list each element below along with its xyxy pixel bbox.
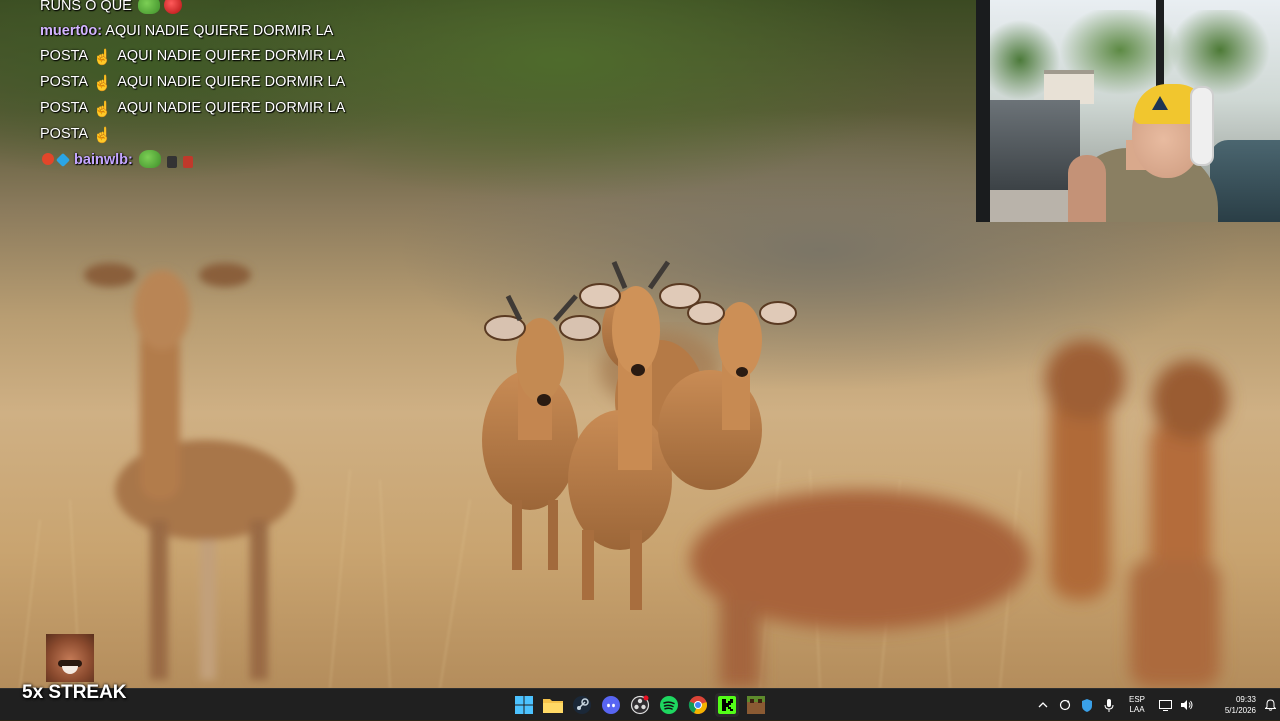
headset-icon [1190,86,1214,166]
pointing-hand-emoji-icon: ☝ [93,127,112,144]
pepe-emote-icon [137,0,160,14]
chat-text: POSTA [40,100,88,116]
chat-message: bainwlb: [40,148,340,173]
chat-colon: : [97,23,103,39]
webcam-overlay [976,0,1280,222]
obs-icon[interactable] [628,693,652,717]
badge-red-icon [42,153,54,165]
sync-icon[interactable] [1054,689,1076,721]
windows-logo-icon[interactable] [512,693,536,717]
webcam-trees [990,10,1280,100]
chat-message-continued: POSTA ☝ AQUI NADIE QUIERE DORMIR LA [40,70,345,96]
system-tray: ESP LAA 09:33 5/1/2026 [1032,689,1280,721]
webcam-window-frame [1156,0,1164,92]
chat-message: muert0o: AQUI NADIE QUIERE DORMIR LA [40,19,340,44]
webcam-kitchen [990,100,1080,190]
streamer-arm [1068,155,1106,222]
language-indicator[interactable]: ESP LAA [1120,689,1154,721]
defender-shield-icon[interactable] [1076,689,1098,721]
impala-foreground-right [690,340,1228,688]
clock-time: 09:33 [1235,695,1256,704]
impala-left [84,263,295,680]
chat-message-continued: POSTA ☝ [40,122,340,148]
display-icon[interactable] [1154,689,1176,721]
chat-text: AQUI NADIE QUIERE DORMIR LA [117,48,346,64]
chat-message: RUNS O QUE [40,0,340,19]
chat-message-continued: POSTA ☝ AQUI NADIE QUIERE DORMIR LA [40,96,345,122]
streak-label: 5x STREAK [22,682,127,703]
pointing-hand-emoji-icon: ☝ [93,101,112,118]
folder-icon[interactable] [541,693,565,717]
chat-username: bainwlb [74,152,129,168]
keyboard-layout: LAA [1129,705,1145,714]
red-emote-icon [163,0,182,14]
webcam-door-frame [976,0,990,222]
chat-text: AQUI NADIE QUIERE DORMIR LA [117,74,346,90]
small-emote-icon [166,156,177,168]
minecraft-icon[interactable] [744,693,768,717]
taskbar-pinned-apps [512,693,768,717]
chat-text: POSTA [40,48,88,64]
windows-taskbar: ESP LAA 09:33 5/1/2026 [0,688,1280,720]
steam-icon[interactable] [570,693,594,717]
spotify-icon[interactable] [657,693,681,717]
chat-username: muert0o [40,23,98,39]
language-code: ESP [1128,695,1145,704]
webcam-chair [1210,140,1280,222]
small-red-emote-icon [182,156,193,168]
clock-date: 5/1/2026 [1224,706,1256,715]
streak-avatar [46,634,94,682]
notification-bell-icon[interactable] [1260,689,1280,721]
avatar-mouth [62,666,78,674]
chat-message-continued: POSTA ☝ AQUI NADIE QUIERE DORMIR LA [40,44,345,70]
chat-text: POSTA [40,126,88,142]
pointing-hand-emoji-icon: ☝ [93,75,112,92]
chat-colon: : [128,152,133,168]
clock[interactable]: 09:33 5/1/2026 [1198,689,1260,721]
chat-text: POSTA [40,74,88,90]
pepe-emote-icon [138,150,161,168]
pointing-hand-emoji-icon: ☝ [93,49,112,66]
chat-text: AQUI NADIE QUIERE DORMIR LA [105,23,334,39]
webcam-house [1044,70,1094,104]
chat-text: AQUI NADIE QUIERE DORMIR LA [117,100,346,116]
microphone-icon[interactable] [1098,689,1120,721]
badge-blue-gem-icon [55,152,71,168]
stream-chat-overlay: RUNS O QUE muert0o: AQUI NADIE QUIERE DO… [40,0,345,173]
chrome-icon[interactable] [686,693,710,717]
chevron-up-icon[interactable] [1032,689,1054,721]
kick-icon[interactable] [715,693,739,717]
speaker-icon[interactable] [1176,689,1198,721]
discord-icon[interactable] [599,693,623,717]
chat-text: RUNS O QUE [40,0,132,14]
